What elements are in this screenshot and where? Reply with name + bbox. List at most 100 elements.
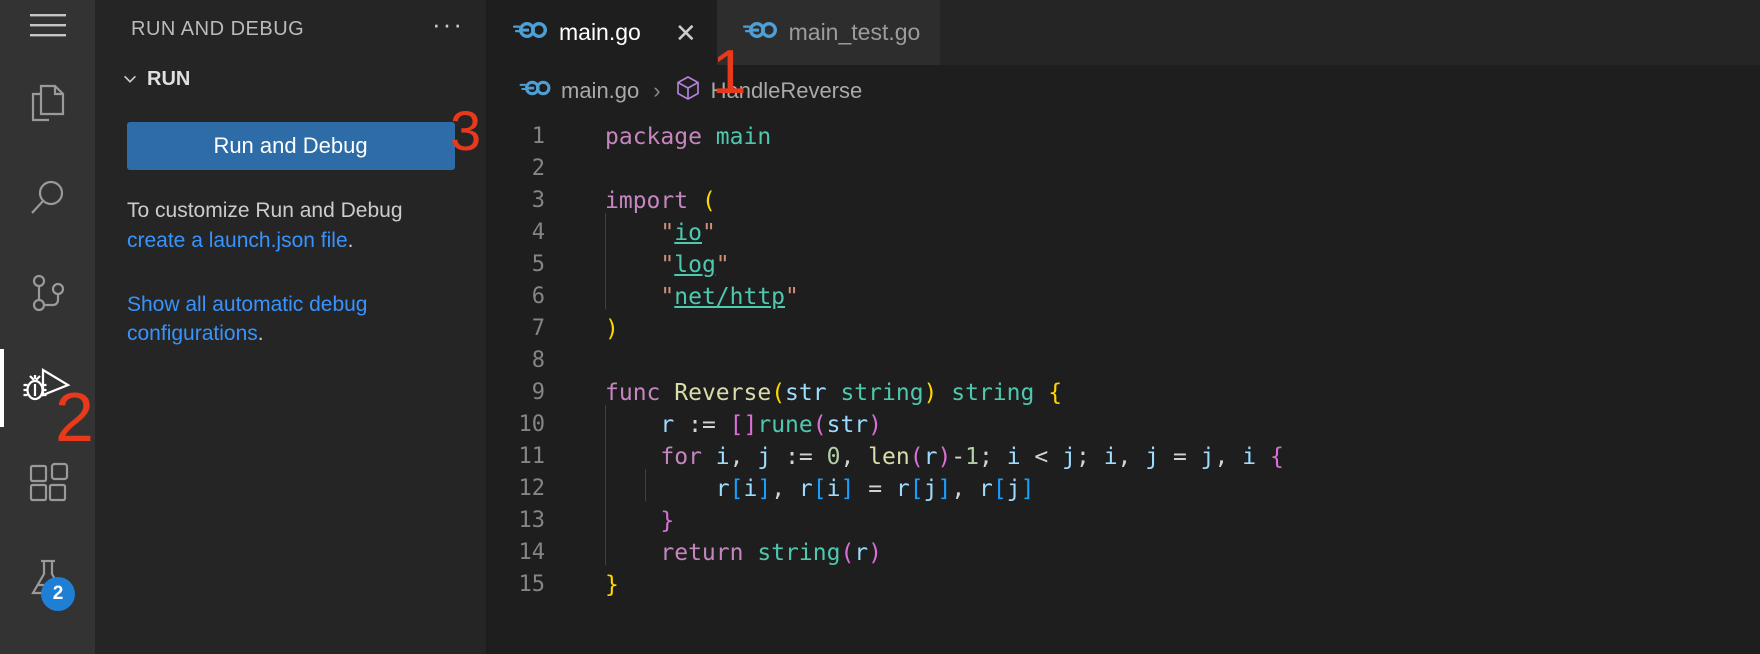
code-line-content: "io": [567, 213, 716, 249]
code-line[interactable]: 3 import (: [487, 185, 1760, 217]
code-token: ]: [840, 476, 855, 502]
code-token: ]: [1020, 476, 1035, 502]
code-line[interactable]: 2: [487, 153, 1760, 185]
sidebar-item-source-control[interactable]: [0, 245, 95, 340]
show-automatic-configs-link[interactable]: Show all automatic debug configurations.: [127, 290, 454, 350]
code-line-content: for i, j := 0, len(r)-1; i < j; i, j = j…: [567, 437, 1284, 473]
more-actions-icon[interactable]: ···: [432, 11, 464, 39]
menu-button[interactable]: [0, 0, 95, 55]
go-file-icon: [519, 78, 551, 104]
code-line[interactable]: 7): [487, 313, 1760, 345]
code-token: (: [812, 412, 827, 438]
code-token: :=: [674, 412, 730, 438]
sidebar-item-explorer[interactable]: [0, 55, 95, 150]
code-line[interactable]: 15}: [487, 569, 1760, 601]
code-token: r: [660, 412, 675, 438]
create-launch-json-link[interactable]: create a launch.json file: [127, 229, 348, 252]
search-icon: [25, 175, 71, 221]
code-token: }: [660, 508, 675, 534]
breadcrumb-symbol[interactable]: HandleReverse: [711, 78, 863, 104]
code-line-content: ): [567, 313, 619, 345]
code-token: ,: [1117, 444, 1146, 470]
code-line[interactable]: 4 "io": [487, 213, 1760, 249]
code-line[interactable]: 11 for i, j := 0, len(r)-1; i < j; i, j …: [487, 437, 1760, 473]
code-token: string: [757, 540, 841, 566]
code-line[interactable]: 6 "net/http": [487, 277, 1760, 313]
code-token: ,: [1214, 444, 1243, 470]
line-number: 7: [531, 316, 545, 341]
code-token: r: [715, 476, 730, 502]
code-token: Reverse: [674, 380, 772, 406]
code-line[interactable]: 14 return string(r): [487, 533, 1760, 569]
code-token: net/http: [674, 284, 786, 310]
code-token: io: [674, 220, 702, 246]
code-token: i: [1103, 444, 1118, 470]
customize-help-suffix: .: [347, 228, 354, 252]
editor-area: main.go ✕ main_test.go main.go › HandleR…: [487, 0, 1760, 654]
source-control-icon: [25, 270, 71, 316]
sidebar-item-testing[interactable]: 2: [0, 530, 95, 625]
customize-help-prefix: To customize Run and Debug: [127, 199, 403, 222]
chevron-down-icon: [121, 70, 139, 88]
code-token: ;: [979, 444, 1007, 470]
sidebar-item-extensions[interactable]: [0, 435, 95, 530]
run-and-debug-button[interactable]: Run and Debug: [126, 122, 455, 170]
code-token: ": [715, 252, 730, 278]
code-token: ): [923, 380, 938, 406]
run-section-header[interactable]: RUN: [95, 58, 486, 100]
code-line-content: import (: [567, 185, 716, 217]
line-number: 12: [518, 476, 546, 501]
code-token: []: [729, 412, 758, 438]
code-line[interactable]: 12 r[i], r[i] = r[j], r[j]: [487, 469, 1760, 505]
code-token: =: [1159, 444, 1201, 470]
code-line[interactable]: 13 }: [487, 501, 1760, 537]
tab-label: main_test.go: [788, 19, 921, 45]
code-token: ,: [771, 476, 799, 502]
close-icon[interactable]: ✕: [675, 20, 697, 46]
code-token: ): [868, 412, 882, 438]
tab-main-go[interactable]: main.go ✕: [487, 0, 717, 65]
code-token: import: [605, 188, 689, 214]
code-token: (: [771, 380, 786, 406]
code-line[interactable]: 10 r := []rune(str): [487, 405, 1760, 441]
code-token: ]: [757, 476, 772, 502]
panel-header: RUN AND DEBUG ···: [95, 0, 486, 58]
code-line[interactable]: 8: [487, 345, 1760, 377]
code-line[interactable]: 5 "log": [487, 245, 1760, 281]
code-token: rune: [757, 412, 813, 438]
activity-bar: 2: [0, 0, 95, 654]
code-token: r: [854, 540, 869, 566]
code-token: ,: [951, 476, 980, 502]
code-editor[interactable]: 1 package main 2 3 import (4 "io" 5 "log" 6 "n…: [487, 117, 1760, 654]
customize-help-text: To customize Run and Debug create a laun…: [127, 196, 454, 256]
code-token: r: [923, 444, 938, 470]
line-number: 10: [518, 412, 546, 437]
tab-main-test-go[interactable]: main_test.go: [716, 0, 941, 65]
breadcrumb-file[interactable]: main.go: [561, 78, 639, 104]
code-token: ): [605, 316, 619, 342]
tab-label: main.go: [559, 19, 641, 45]
code-line[interactable]: 1 package main: [487, 121, 1760, 153]
code-token: string: [840, 380, 924, 406]
code-line-content: "log": [567, 245, 730, 281]
line-number: 9: [531, 380, 545, 405]
code-token: (: [909, 444, 924, 470]
sidebar-item-run-and-debug[interactable]: [0, 340, 95, 435]
code-token: [: [812, 476, 827, 502]
code-token: -: [951, 444, 966, 470]
code-line[interactable]: 9 func Reverse(str string) string {: [487, 377, 1760, 409]
testing-badge: 2: [41, 577, 75, 611]
code-token: [: [909, 476, 924, 502]
code-token: ": [660, 220, 675, 246]
sidebar-item-search[interactable]: [0, 150, 95, 245]
code-token: ): [868, 540, 883, 566]
code-line-content: "net/http": [567, 277, 799, 313]
code-token: ": [701, 220, 716, 246]
